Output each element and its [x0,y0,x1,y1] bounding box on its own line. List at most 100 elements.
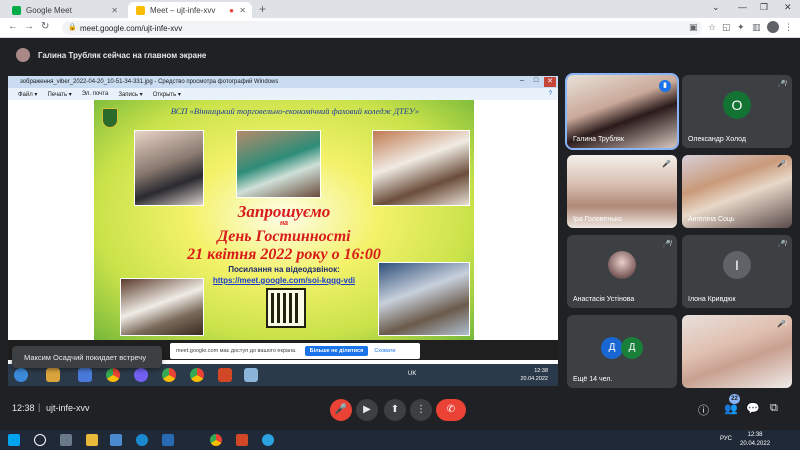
app-icon [46,368,60,382]
speaking-indicator-icon: ▮ [659,80,671,92]
new-tab-plus-icon[interactable]: + [259,2,266,16]
minimize-icon[interactable]: — [738,2,747,12]
meeting-info-icon[interactable]: ⓘ [698,402,709,418]
tab-title: Google Meet [26,5,72,15]
tab-search-chevron-icon[interactable]: ⌄ [712,2,720,13]
powerpoint-icon[interactable] [236,434,248,446]
forward-arrow-icon[interactable]: → [24,21,34,32]
toast-text: Максим Осадчий покидает встречу [24,352,147,362]
camera-indicator-icon[interactable]: ▣ [689,22,698,33]
presenter-banner-text: Галина Трубляк сейчас на главном экране [38,50,207,60]
participant-name: Анастасія Устінова [573,296,635,303]
lock-icon[interactable]: 🔒 [68,23,77,31]
chrome-icon [190,368,204,382]
chat-icon[interactable]: 💬 [746,402,760,415]
task-view-icon[interactable] [60,434,72,446]
more-menu-icon[interactable]: ⋮ [784,22,793,33]
participant-name: Ангеліна Соць [688,216,735,223]
taskbar-clock[interactable]: 12:38 20.04.2022 [740,431,770,449]
menu-print: Печать ▾ [47,91,72,98]
menu-open: Открыть ▾ [152,91,181,98]
participant-name: Ілона Кривдюк [688,296,736,303]
chrome-icon[interactable] [210,434,222,446]
extensions-puzzle-icon[interactable]: ✦ [737,22,745,33]
meet-control-bar: 12:38 | ujt-infe-xvv 🎤 ▶ ⬆ ⋮ ✆ ⓘ 👥 22 💬 … [0,390,800,430]
participant-tile[interactable]: 🎤̸ Ангеліна Соць [682,155,792,228]
mic-off-icon: 🎤̸ [777,321,786,328]
menu-email: Эл. почта [81,91,109,97]
participant-name: Ещё 14 чел. [573,376,613,383]
shared-screen: зображення_viber_2022-04-20_10-51-34-331… [8,76,558,386]
language-indicator[interactable]: РУС [720,436,732,442]
tab-close-icon[interactable]: ✕ [239,6,246,15]
sidebar-icon[interactable]: ▥ [752,22,761,33]
telegram-icon[interactable] [262,434,274,446]
mic-off-icon: 🎤̸ [662,161,671,168]
file-explorer-icon[interactable] [86,434,98,446]
screen-share-bar: meet.google.com має доступ до вашого екр… [170,343,420,359]
participant-name: Іра Головенько [573,216,622,223]
participant-tile[interactable]: 🎤̸ Анастасія Устінова [567,235,677,308]
qr-code-icon [266,288,306,328]
powerpoint-icon [218,368,232,382]
poster-photo [120,278,204,336]
screenshot-icon[interactable]: ◱ [722,22,731,33]
participant-initial-avatar: О [723,91,751,119]
meeting-code: ujt-infe-xvv [46,403,90,413]
participant-tile[interactable]: О 🎤̸ Олександр Холод [682,75,792,148]
window-close-icon[interactable]: ✕ [784,2,792,13]
college-crest-icon [102,108,118,128]
activities-icon[interactable]: ⧉ [770,402,778,415]
participant-tile[interactable]: ▮ Галина Трубляк [565,73,679,150]
menu-record: Запись ▾ [118,91,143,98]
participant-tile[interactable]: І 🎤̸ Ілона Кривдюк [682,235,792,308]
bookmark-star-icon[interactable]: ☆ [708,22,716,33]
more-options-button[interactable]: ⋮ [410,399,432,421]
present-screen-button[interactable]: ⬆ [384,399,406,421]
viewer-minimize-icon: – [520,77,524,84]
profile-avatar[interactable] [767,21,779,33]
search-icon[interactable] [34,434,46,446]
participant-photo-avatar [608,251,636,279]
mic-off-icon: 🎤̸ [777,241,786,248]
meet-favicon-icon [12,5,21,15]
tab-google-meet[interactable]: Google Meet ✕ [4,2,124,18]
presenter-avatar [16,48,30,62]
camera-toggle-button[interactable]: ▶ [356,399,378,421]
presenter-banner: Галина Трубляк сейчас на главном экране [0,38,800,72]
more-participants-tile[interactable]: Д Д Ещё 14 чел. [567,315,677,388]
back-arrow-icon[interactable]: ← [8,21,18,32]
shared-clock-date: 20.04.2022 [520,376,548,382]
restore-icon[interactable]: ❐ [760,2,768,13]
share-bar-text: meet.google.com має доступ до вашого екр… [176,348,297,354]
mail-icon[interactable] [162,434,174,446]
hide-button: Сховати [374,348,396,354]
reload-icon[interactable]: ↻ [41,21,49,32]
time-code-separator: | [38,402,41,412]
poster-photo [134,130,204,206]
photo-viewer-titlebar: зображення_viber_2022-04-20_10-51-34-331… [8,76,558,88]
tab-meet-call[interactable]: Meet – ujt-infe-xvv ● ✕ [128,2,252,18]
mic-toggle-button[interactable]: 🎤 [330,399,352,421]
shared-lang-indicator: UK [408,371,417,377]
store-icon[interactable] [110,434,122,446]
poster-na: на [279,220,289,227]
participant-initial-avatar: Д [601,337,623,359]
poster-photo [378,262,470,336]
url-text: meet.google.com/ujt-infe-xvv [80,23,183,33]
tab-title: Meet – ujt-infe-xvv [150,5,216,15]
poster-link-label: Посилання на відеодзвінок: [228,265,340,274]
end-call-button[interactable]: ✆ [436,399,466,421]
windows-start-icon[interactable] [8,434,20,446]
poster-org: ВСП «Вінницький торговельно-економічний … [170,106,420,116]
participant-tile[interactable]: 🎤̸ [682,315,792,388]
edge-icon[interactable] [136,434,148,446]
shared-clock-time: 12:38 [534,368,548,374]
participant-name: Галина Трубляк [573,136,624,143]
tab-close-icon[interactable]: ✕ [111,6,118,15]
participant-tile[interactable]: 🎤̸ Іра Головенько [567,155,677,228]
poster-invite: Запрошуємо [237,202,331,221]
viewer-close-icon: ✕ [544,77,556,87]
poster-link: https://meet.google.com/soi-kqqg-vdi [212,276,356,285]
address-bar[interactable]: 🔒 meet.google.com/ujt-infe-xvv [62,21,702,35]
